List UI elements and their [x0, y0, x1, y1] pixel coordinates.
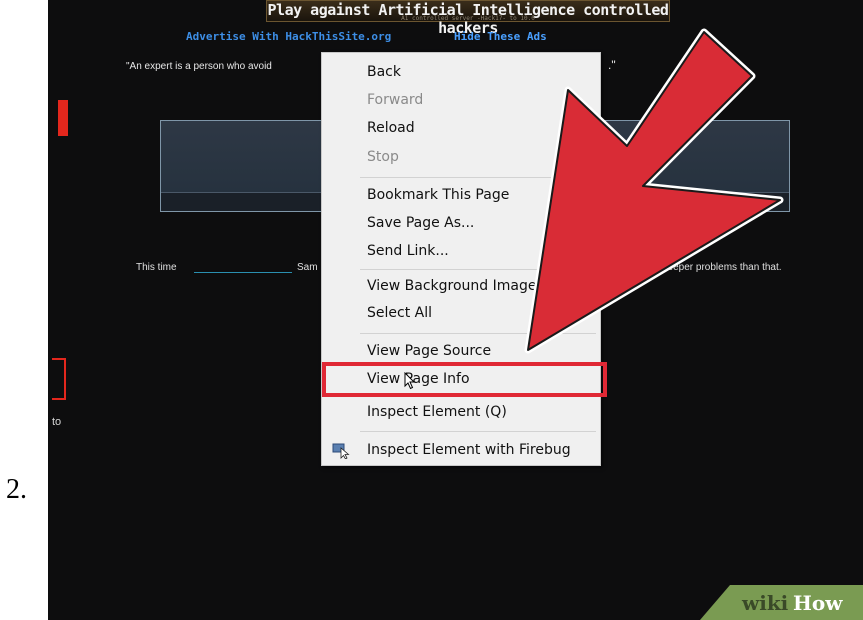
mouse-cursor-icon	[404, 372, 416, 390]
red-arrow-icon	[524, 28, 784, 354]
